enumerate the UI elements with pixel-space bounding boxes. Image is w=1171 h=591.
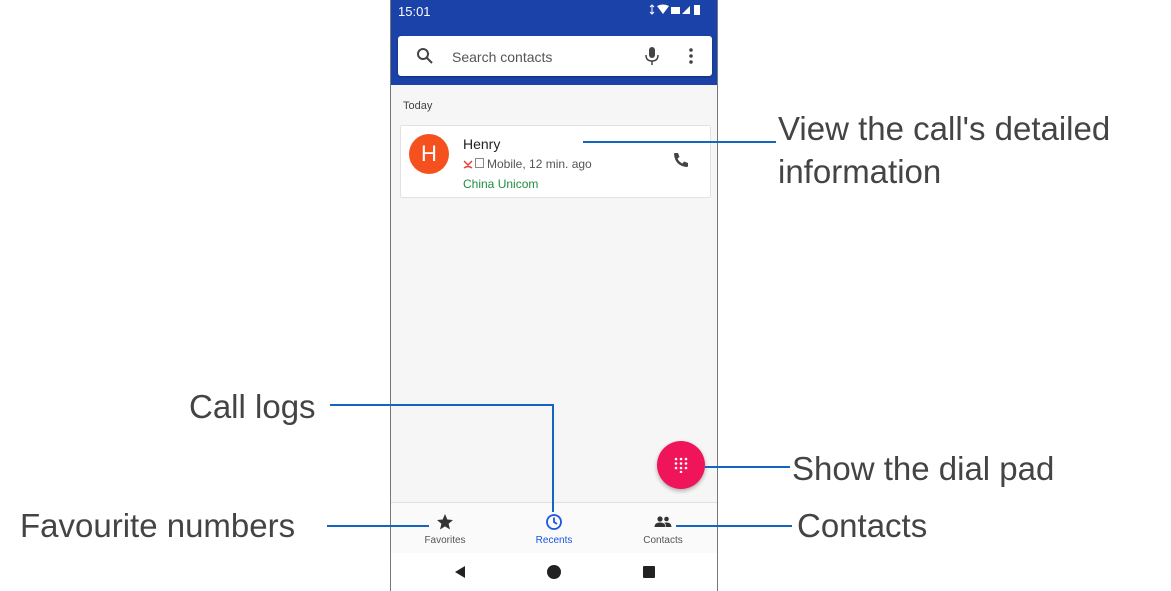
- search-bar[interactable]: [398, 36, 712, 76]
- status-icons: [648, 4, 704, 19]
- sim-icon: [475, 158, 484, 168]
- callout-line-dial-pad: [705, 466, 790, 468]
- back-icon[interactable]: [453, 565, 467, 579]
- callout-contacts: Contacts: [797, 507, 928, 544]
- call-meta: Mobile, 12 min. ago: [463, 157, 592, 171]
- callout-line-call-logs-h: [330, 404, 554, 406]
- callout-call-logs: Call logs: [189, 388, 316, 425]
- tab-contacts[interactable]: Contacts: [613, 503, 713, 553]
- recent-apps-icon[interactable]: [643, 566, 655, 578]
- clock-icon: [546, 514, 562, 530]
- carrier-label: China Unicom: [463, 177, 539, 191]
- tab-contacts-label: Contacts: [643, 535, 683, 546]
- callout-line-view-details: [583, 141, 776, 143]
- callout-view-details-line1: View the call's detailed: [778, 110, 1111, 147]
- status-time: 15:01: [398, 4, 431, 19]
- star-icon: [437, 514, 453, 530]
- search-input[interactable]: [452, 48, 622, 66]
- dialpad-icon: [674, 457, 688, 473]
- signal-wifi-battery-icon: [649, 4, 700, 15]
- tab-recents-label: Recents: [535, 535, 573, 546]
- phone-screen: 15:01 Search contacts Today H Henry Mobi…: [390, 0, 718, 591]
- app-header: [390, 25, 718, 85]
- home-icon[interactable]: [547, 565, 561, 579]
- more-vert-icon[interactable]: [686, 46, 696, 66]
- callout-favourites: Favourite numbers: [20, 507, 296, 544]
- tab-recents[interactable]: Recents: [504, 503, 604, 553]
- callout-dial-pad: Show the dial pad: [792, 450, 1055, 487]
- section-label-today: Today: [403, 100, 433, 112]
- bottom-nav: Favorites Recents Contacts: [390, 502, 718, 553]
- call-detail: Mobile, 12 min. ago: [487, 157, 592, 171]
- phone-edge-left: [390, 0, 391, 591]
- people-icon: [654, 516, 672, 527]
- callout-view-details: View the call's detailed information: [778, 108, 1110, 194]
- mic-icon[interactable]: [644, 46, 660, 66]
- dialpad-button[interactable]: [657, 441, 705, 489]
- system-nav-bar: [390, 553, 718, 591]
- phone-edge-right: [717, 0, 718, 591]
- search-icon[interactable]: [416, 47, 434, 65]
- callout-line-favourites: [327, 525, 429, 527]
- callout-view-details-line2: information: [778, 152, 942, 190]
- avatar: H: [409, 134, 449, 174]
- contact-name: Henry: [463, 136, 501, 152]
- phone-call-icon[interactable]: [672, 151, 690, 169]
- missed-call-icon: [463, 160, 473, 169]
- status-bar: 15:01: [390, 0, 718, 25]
- callout-line-contacts: [676, 525, 792, 527]
- tab-favorites-label: Favorites: [424, 535, 466, 546]
- callout-line-call-logs-v: [552, 404, 554, 512]
- call-log-entry[interactable]: H Henry Mobile, 12 min. ago China Unicom: [400, 125, 711, 198]
- tab-favorites[interactable]: Favorites: [395, 503, 495, 553]
